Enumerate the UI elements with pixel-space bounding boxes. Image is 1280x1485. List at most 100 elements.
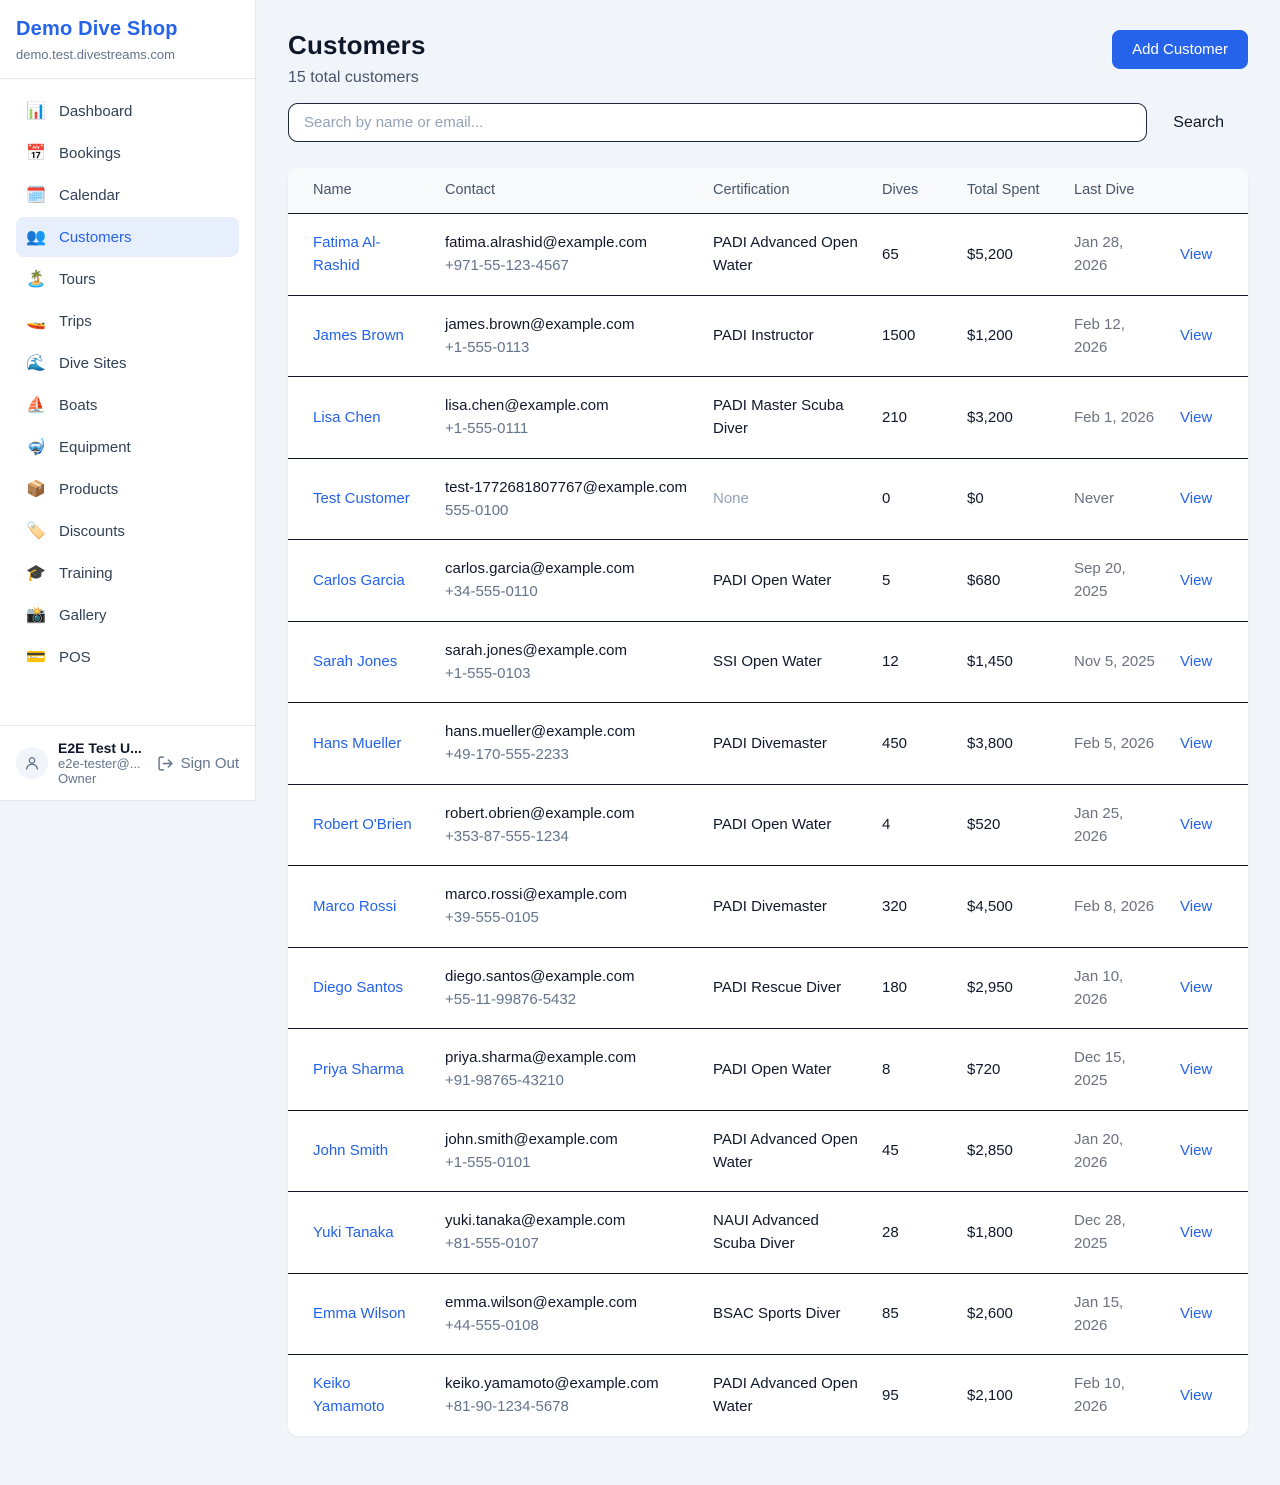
shop-header: Demo Dive Shop demo.test.divestreams.com [0, 0, 255, 79]
customer-last-dive: Dec 15, 2025 [1074, 1049, 1126, 1089]
view-customer-link[interactable]: View [1180, 246, 1212, 263]
view-customer-link[interactable]: View [1180, 1305, 1212, 1322]
customer-name-link[interactable]: Yuki Tanaka [313, 1224, 394, 1241]
customer-last-dive: Nov 5, 2025 [1074, 653, 1155, 670]
customer-dives: 12 [882, 653, 899, 670]
sidebar-item-dashboard[interactable]: 📊 Dashboard [16, 91, 239, 131]
view-customer-link[interactable]: View [1180, 816, 1212, 833]
customer-total-spent: $2,600 [967, 1305, 1013, 1322]
view-customer-link[interactable]: View [1180, 409, 1212, 426]
search-button[interactable]: Search [1147, 106, 1248, 140]
view-customer-link[interactable]: View [1180, 653, 1212, 670]
view-customer-link[interactable]: View [1180, 1061, 1212, 1078]
customer-dives: 1500 [882, 327, 915, 344]
customer-email: marco.rossi@example.com [445, 883, 689, 906]
add-customer-button[interactable]: Add Customer [1112, 30, 1248, 69]
customer-email: test-1772681807767@example.com [445, 476, 689, 499]
view-customer-link[interactable]: View [1180, 1142, 1212, 1159]
customer-certification: PADI Open Water [713, 1061, 831, 1078]
sidebar-item-gallery[interactable]: 📸 Gallery [16, 595, 239, 635]
customer-name-link[interactable]: Carlos Garcia [313, 572, 405, 589]
page-subtitle: 15 total customers [288, 69, 426, 87]
customer-email: lisa.chen@example.com [445, 394, 689, 417]
customer-total-spent: $2,950 [967, 979, 1013, 996]
customer-last-dive: Jan 20, 2026 [1074, 1131, 1123, 1171]
table-row: John Smith john.smith@example.com +1-555… [288, 1110, 1248, 1192]
sidebar-item-tours[interactable]: 🏝️ Tours [16, 259, 239, 299]
sidebar-item-label: Training [59, 565, 113, 582]
user-email: e2e-tester@... [58, 756, 147, 771]
sidebar-item-products[interactable]: 📦 Products [16, 469, 239, 509]
customer-email: james.brown@example.com [445, 313, 689, 336]
customer-phone: +1-555-0113 [445, 336, 689, 359]
customer-phone: +55-11-99876-5432 [445, 988, 689, 1011]
customer-name-link[interactable]: Keiko Yamamoto [313, 1375, 384, 1415]
sidebar-item-trips[interactable]: 🚤 Trips [16, 301, 239, 341]
customer-phone: +1-555-0111 [445, 417, 689, 440]
customer-name-link[interactable]: James Brown [313, 327, 404, 344]
customer-name-link[interactable]: Robert O'Brien [313, 816, 412, 833]
user-section: E2E Test U... e2e-tester@... Owner Sign … [0, 725, 255, 800]
table-row: Priya Sharma priya.sharma@example.com +9… [288, 1029, 1248, 1111]
user-role: Owner [58, 771, 147, 786]
view-customer-link[interactable]: View [1180, 979, 1212, 996]
column-header: Contact [433, 168, 701, 214]
view-customer-link[interactable]: View [1180, 898, 1212, 915]
customer-email: fatima.alrashid@example.com [445, 231, 689, 254]
view-customer-link[interactable]: View [1180, 327, 1212, 344]
sidebar-item-label: Dashboard [59, 103, 132, 120]
customer-name-link[interactable]: Sarah Jones [313, 653, 397, 670]
customer-total-spent: $1,800 [967, 1224, 1013, 1241]
table-row: Emma Wilson emma.wilson@example.com +44-… [288, 1273, 1248, 1355]
customer-certification: BSAC Sports Diver [713, 1305, 841, 1322]
customer-name-link[interactable]: John Smith [313, 1142, 388, 1159]
sidebar-item-equipment[interactable]: 🤿 Equipment [16, 427, 239, 467]
sidebar-item-bookings[interactable]: 📅 Bookings [16, 133, 239, 173]
equipment-icon: 🤿 [26, 437, 46, 457]
customer-name-link[interactable]: Diego Santos [313, 979, 403, 996]
customer-name-link[interactable]: Emma Wilson [313, 1305, 406, 1322]
view-customer-link[interactable]: View [1180, 735, 1212, 752]
customer-name-link[interactable]: Test Customer [313, 490, 410, 507]
view-customer-link[interactable]: View [1180, 572, 1212, 589]
view-customer-link[interactable]: View [1180, 1224, 1212, 1241]
bookings-icon: 📅 [26, 143, 46, 163]
customers-icon: 👥 [26, 227, 46, 247]
dive-sites-icon: 🌊 [26, 353, 46, 373]
search-input[interactable] [288, 103, 1147, 142]
sidebar-item-discounts[interactable]: 🏷️ Discounts [16, 511, 239, 551]
table-header-row: NameContactCertificationDivesTotal Spent… [288, 168, 1248, 214]
customer-phone: +39-555-0105 [445, 906, 689, 929]
sign-out-label: Sign Out [181, 755, 239, 772]
view-customer-link[interactable]: View [1180, 490, 1212, 507]
sidebar-item-calendar[interactable]: 🗓️ Calendar [16, 175, 239, 215]
customer-total-spent: $2,850 [967, 1142, 1013, 1159]
customer-certification: PADI Master Scuba Diver [713, 397, 844, 437]
customer-email: sarah.jones@example.com [445, 639, 689, 662]
customer-name-link[interactable]: Hans Mueller [313, 735, 401, 752]
sidebar-item-boats[interactable]: ⛵ Boats [16, 385, 239, 425]
sidebar-item-label: POS [59, 649, 91, 666]
customer-certification: PADI Open Water [713, 816, 831, 833]
sidebar-item-pos[interactable]: 💳 POS [16, 637, 239, 677]
customer-email: robert.obrien@example.com [445, 802, 689, 825]
app-root: Demo Dive Shop demo.test.divestreams.com… [0, 0, 1280, 1485]
customer-dives: 5 [882, 572, 890, 589]
customer-name-link[interactable]: Priya Sharma [313, 1061, 404, 1078]
customer-email: diego.santos@example.com [445, 965, 689, 988]
sidebar-item-customers[interactable]: 👥 Customers [16, 217, 239, 257]
customer-name-link[interactable]: Lisa Chen [313, 409, 381, 426]
customer-name-link[interactable]: Fatima Al-Rashid [313, 234, 381, 274]
customer-total-spent: $4,500 [967, 898, 1013, 915]
customer-dives: 28 [882, 1224, 899, 1241]
sign-out-button[interactable]: Sign Out [157, 755, 239, 772]
sidebar-item-label: Boats [59, 397, 97, 414]
customer-name-link[interactable]: Marco Rossi [313, 898, 396, 915]
sidebar-item-training[interactable]: 🎓 Training [16, 553, 239, 593]
table-header: NameContactCertificationDivesTotal Spent… [288, 168, 1248, 214]
sidebar-item-dive-sites[interactable]: 🌊 Dive Sites [16, 343, 239, 383]
sidebar-item-label: Products [59, 481, 118, 498]
table-row: Hans Mueller hans.mueller@example.com +4… [288, 703, 1248, 785]
view-customer-link[interactable]: View [1180, 1387, 1212, 1404]
pos-icon: 💳 [26, 647, 46, 667]
